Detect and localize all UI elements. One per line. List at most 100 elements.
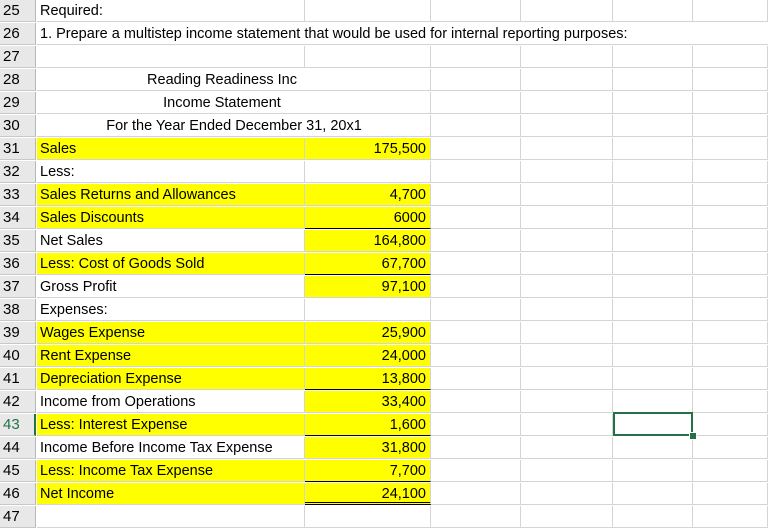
cell-d39[interactable] <box>521 322 613 344</box>
cell-f40[interactable] <box>693 345 768 367</box>
cell-e37[interactable] <box>613 276 693 298</box>
cell-d33[interactable] <box>521 184 613 206</box>
cell-c43[interactable] <box>431 414 521 436</box>
cell-d41[interactable] <box>521 368 613 390</box>
cell-b25[interactable] <box>305 0 431 22</box>
cell-f47[interactable] <box>693 506 768 528</box>
cell-d44[interactable] <box>521 437 613 459</box>
cell-f42[interactable] <box>693 391 768 413</box>
cell-c44[interactable] <box>431 437 521 459</box>
cell-e39[interactable] <box>613 322 693 344</box>
cell-c38[interactable] <box>431 299 521 321</box>
cell-d45[interactable] <box>521 460 613 482</box>
cell-c36[interactable] <box>431 253 521 275</box>
cell-c25[interactable] <box>431 0 521 22</box>
cell-c27[interactable] <box>431 46 521 68</box>
cell-f33[interactable] <box>693 184 768 206</box>
cell-d34[interactable] <box>521 207 613 229</box>
cell-d46[interactable] <box>521 483 613 505</box>
cell-f44[interactable] <box>693 437 768 459</box>
cell-e44[interactable] <box>613 437 693 459</box>
cell-e38[interactable] <box>613 299 693 321</box>
cell-c30[interactable] <box>431 115 521 137</box>
row-header[interactable]: 41 <box>0 368 36 390</box>
cell-c37[interactable] <box>431 276 521 298</box>
row-header[interactable]: 39 <box>0 322 36 344</box>
cell-d25[interactable] <box>521 0 613 22</box>
row-header[interactable]: 25 <box>0 0 36 22</box>
cell-d36[interactable] <box>521 253 613 275</box>
row-header[interactable]: 34 <box>0 207 36 229</box>
row-header[interactable]: 26 <box>0 23 36 45</box>
cell-b36[interactable]: 67,700 <box>305 253 431 275</box>
row-header[interactable]: 44 <box>0 437 36 459</box>
cell-f28[interactable] <box>693 69 768 91</box>
cell-d38[interactable] <box>521 299 613 321</box>
row-header[interactable]: 32 <box>0 161 36 183</box>
cell-c28[interactable] <box>431 69 521 91</box>
cell-f43[interactable] <box>693 414 768 436</box>
cell-e28[interactable] <box>613 69 693 91</box>
row-header[interactable]: 27 <box>0 46 36 68</box>
cell-c34[interactable] <box>431 207 521 229</box>
cell-b45[interactable]: 7,700 <box>305 460 431 482</box>
cell-e27[interactable] <box>613 46 693 68</box>
cell-b31[interactable]: 175,500 <box>305 138 431 160</box>
cell-c47[interactable] <box>431 506 521 528</box>
cell-b35[interactable]: 164,800 <box>305 230 431 252</box>
cell-c40[interactable] <box>431 345 521 367</box>
cell-e33[interactable] <box>613 184 693 206</box>
cell-c46[interactable] <box>431 483 521 505</box>
cell-d31[interactable] <box>521 138 613 160</box>
cell-b46[interactable]: 24,100 <box>305 483 431 505</box>
cell-d47[interactable] <box>521 506 613 528</box>
cell-a35[interactable]: Net Sales <box>37 230 305 252</box>
cell-b43[interactable]: 1,600 <box>305 414 431 436</box>
cell-f30[interactable] <box>693 115 768 137</box>
cell-d40[interactable] <box>521 345 613 367</box>
cell-c41[interactable] <box>431 368 521 390</box>
cell-d42[interactable] <box>521 391 613 413</box>
row-header[interactable]: 29 <box>0 92 36 114</box>
cell-a32[interactable]: Less: <box>37 161 305 183</box>
cell-b32[interactable] <box>305 161 431 183</box>
cell-f32[interactable] <box>693 161 768 183</box>
row-header[interactable]: 42 <box>0 391 36 413</box>
cell-f37[interactable] <box>693 276 768 298</box>
cell-e34[interactable] <box>613 207 693 229</box>
cell-d27[interactable] <box>521 46 613 68</box>
row-header[interactable]: 40 <box>0 345 36 367</box>
cell-f29[interactable] <box>693 92 768 114</box>
cell-f46[interactable] <box>693 483 768 505</box>
cell-e46[interactable] <box>613 483 693 505</box>
row-header[interactable]: 28 <box>0 69 36 91</box>
cell-f35[interactable] <box>693 230 768 252</box>
cell-e36[interactable] <box>613 253 693 275</box>
cell-f31[interactable] <box>693 138 768 160</box>
cell-e32[interactable] <box>613 161 693 183</box>
fill-handle[interactable] <box>689 432 697 440</box>
cell-f36[interactable] <box>693 253 768 275</box>
cell-b42[interactable]: 33,400 <box>305 391 431 413</box>
cell-b39[interactable]: 25,900 <box>305 322 431 344</box>
cell-e35[interactable] <box>613 230 693 252</box>
cell-d32[interactable] <box>521 161 613 183</box>
cell-c32[interactable] <box>431 161 521 183</box>
cell-a34[interactable]: Sales Discounts <box>37 207 305 229</box>
cell-e47[interactable] <box>613 506 693 528</box>
cell-e40[interactable] <box>613 345 693 367</box>
cell-b27[interactable] <box>305 46 431 68</box>
row-header[interactable]: 47 <box>0 506 36 528</box>
cell-a41[interactable]: Depreciation Expense <box>37 368 305 390</box>
cell-f27[interactable] <box>693 46 768 68</box>
cell-b34[interactable]: 6000 <box>305 207 431 229</box>
cell-e25[interactable] <box>613 0 693 22</box>
cell-a43[interactable]: Less: Interest Expense <box>37 414 305 436</box>
cell-a31[interactable]: Sales <box>37 138 305 160</box>
cell-c39[interactable] <box>431 322 521 344</box>
row-header[interactable]: 45 <box>0 460 36 482</box>
cell-c29[interactable] <box>431 92 521 114</box>
cell-c31[interactable] <box>431 138 521 160</box>
cell-f38[interactable] <box>693 299 768 321</box>
cell-e45[interactable] <box>613 460 693 482</box>
